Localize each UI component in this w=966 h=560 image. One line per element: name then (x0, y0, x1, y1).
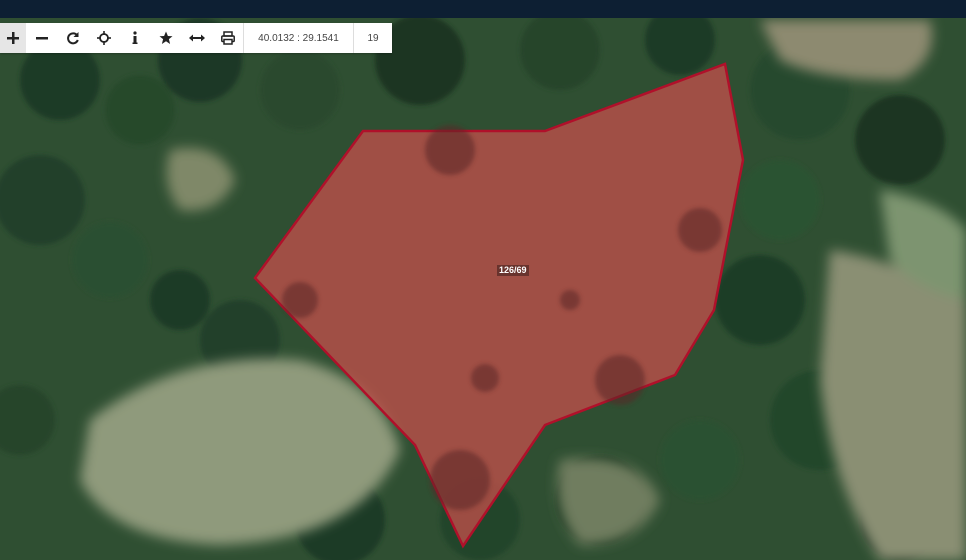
print-button[interactable] (212, 23, 243, 53)
info-button[interactable] (119, 23, 150, 53)
star-icon (159, 31, 172, 44)
locate-button[interactable] (88, 23, 119, 53)
measure-button[interactable] (181, 23, 212, 53)
arrows-horizontal-icon (188, 34, 205, 42)
map-imagery (0, 18, 966, 560)
zoom-level: 19 (353, 23, 392, 53)
crosshair-icon (96, 31, 111, 45)
plus-icon (7, 32, 19, 44)
refresh-icon (66, 32, 79, 45)
favorite-button[interactable] (150, 23, 181, 53)
info-icon (132, 31, 137, 44)
top-bar (0, 0, 966, 18)
printer-icon (220, 31, 235, 45)
refresh-button[interactable] (57, 23, 88, 53)
map-toolbar: 40.0132 : 29.1541 19 (0, 23, 392, 53)
minus-icon (35, 37, 48, 40)
zoom-in-button[interactable] (0, 23, 26, 53)
coordinate-readout: 40.0132 : 29.1541 (243, 23, 353, 53)
parcel-label: 126/69 (497, 265, 529, 276)
satellite-map[interactable]: 126/69 (0, 18, 966, 560)
zoom-out-button[interactable] (26, 23, 57, 53)
